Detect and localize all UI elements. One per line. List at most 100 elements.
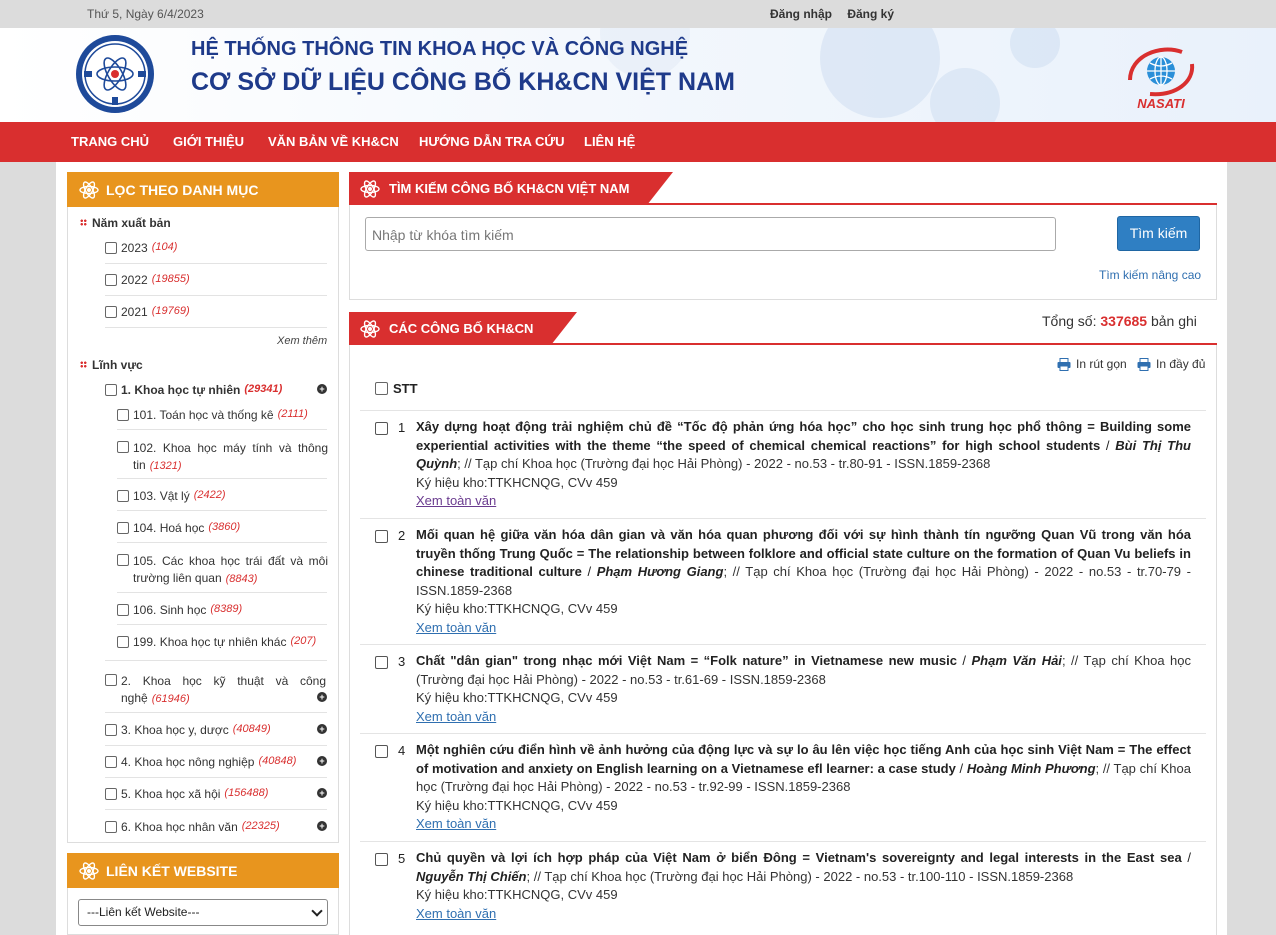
checkbox[interactable] xyxy=(105,274,117,286)
result-number: 3 xyxy=(398,654,406,669)
total-count-value: 337685 xyxy=(1100,313,1148,329)
atom-icon xyxy=(360,320,380,338)
ministry-logo-icon[interactable] xyxy=(74,33,156,115)
view-fulltext-link[interactable]: Xem toàn văn xyxy=(416,905,1191,924)
checkbox[interactable] xyxy=(105,384,117,396)
checkbox[interactable] xyxy=(105,756,117,768)
checkbox[interactable] xyxy=(117,522,129,534)
nav-about[interactable]: GIỚI THIỆU xyxy=(173,134,244,149)
checkbox[interactable] xyxy=(105,674,117,686)
divider xyxy=(105,745,327,746)
result-storage-code: Ký hiệu kho:TTKHCNQG, CVv 459 xyxy=(416,690,618,705)
tab-decoration xyxy=(551,312,577,345)
select-all-checkbox[interactable] xyxy=(375,382,388,395)
field-filter-natural-sciences[interactable]: 1. Khoa học tự nhiên (29341) xyxy=(105,383,282,397)
checkbox[interactable] xyxy=(105,306,117,318)
field-filter-engineering[interactable]: 2. Khoa học kỹ thuật và công nghệ (61946) xyxy=(105,673,328,708)
result-checkbox[interactable] xyxy=(375,422,388,435)
result-checkbox[interactable] xyxy=(375,656,388,669)
divider xyxy=(105,777,327,778)
field-filter-agriculture[interactable]: 4. Khoa học nông nghiệp (40848) xyxy=(105,755,296,769)
section-underline xyxy=(349,343,1217,345)
chevron-down-icon xyxy=(311,905,323,917)
header-decoration xyxy=(930,68,1000,122)
view-fulltext-link[interactable]: Xem toàn văn xyxy=(416,708,1191,727)
expand-icon[interactable]: + xyxy=(317,724,327,734)
checkbox[interactable] xyxy=(117,604,129,616)
result-title[interactable]: Xây dựng hoạt động trải nghiệm chủ đề “T… xyxy=(416,419,1191,453)
select-all-row[interactable]: STT xyxy=(375,381,418,396)
checkbox[interactable] xyxy=(105,724,117,736)
atom-icon xyxy=(79,862,99,880)
checkbox[interactable] xyxy=(105,242,117,254)
login-link[interactable]: Đăng nhập xyxy=(770,7,832,21)
field-filter-106[interactable]: 106. Sinh học (8389) xyxy=(117,603,242,617)
view-fulltext-link[interactable]: Xem toàn văn xyxy=(416,815,1191,834)
expand-icon[interactable]: + xyxy=(317,692,327,702)
advanced-search-link[interactable]: Tìm kiếm nâng cao xyxy=(1099,268,1201,282)
nav-guide[interactable]: HƯỚNG DẪN TRA CỨU xyxy=(419,134,565,149)
links-panel-header: LIÊN KẾT WEBSITE xyxy=(67,853,339,888)
search-button[interactable]: Tìm kiếm xyxy=(1117,216,1200,251)
result-title[interactable]: Chủ quyền và lợi ích hợp pháp của Việt N… xyxy=(416,850,1182,865)
divider xyxy=(105,712,327,713)
nasati-logo-icon[interactable]: NASATI xyxy=(1120,38,1202,112)
divider xyxy=(105,295,327,296)
nav-contact[interactable]: LIÊN HỆ xyxy=(584,134,635,149)
field-filter-104[interactable]: 104. Hoá học (3860) xyxy=(117,521,240,535)
checkbox[interactable] xyxy=(117,554,129,566)
result-meta: ; // Tạp chí Khoa học (Trường đại học Hả… xyxy=(526,868,1074,884)
results-section-title: CÁC CÔNG BỐ KH&CN xyxy=(389,321,534,336)
checkbox[interactable] xyxy=(117,636,129,648)
website-link-selected: ---Liên kết Website--- xyxy=(87,905,200,919)
field-filter-101[interactable]: 101. Toán học và thống kê (2111) xyxy=(117,408,308,422)
checkbox[interactable] xyxy=(105,821,117,833)
result-item: 4 Một nghiên cứu điển hình về ảnh hưởng … xyxy=(360,733,1206,841)
result-body: Xây dựng hoạt động trải nghiệm chủ đề “T… xyxy=(416,418,1191,511)
checkbox[interactable] xyxy=(117,490,129,502)
year-filter-2023[interactable]: 2023 (104) xyxy=(105,241,177,255)
expand-icon[interactable]: + xyxy=(317,384,327,394)
print-full-button[interactable]: In đầy đủ xyxy=(1137,357,1205,371)
year-filter-2022[interactable]: 2022 (19855) xyxy=(105,273,190,287)
result-storage-code: Ký hiệu kho:TTKHCNQG, CVv 459 xyxy=(416,474,618,490)
field-filter-103[interactable]: 103. Vật lý (2422) xyxy=(117,489,226,503)
filter-panel-header: LỌC THEO DANH MỤC xyxy=(67,172,339,207)
field-filter-social-sciences[interactable]: 5. Khoa học xã hội (156488) xyxy=(105,787,268,801)
checkbox[interactable] xyxy=(117,441,129,453)
field-filter-humanities[interactable]: 6. Khoa học nhân văn (22325) xyxy=(105,820,280,834)
nav-home[interactable]: TRANG CHỦ xyxy=(71,134,149,149)
atom-icon xyxy=(79,181,99,199)
view-fulltext-link[interactable]: Xem toàn văn xyxy=(416,619,1191,638)
checkbox[interactable] xyxy=(105,788,117,800)
auth-links: Đăng nhập Đăng ký xyxy=(770,7,906,21)
checkbox[interactable] xyxy=(117,409,129,421)
field-filter-medicine[interactable]: 3. Khoa học y, dược (40849) xyxy=(105,723,271,737)
result-checkbox[interactable] xyxy=(375,853,388,866)
expand-icon[interactable]: + xyxy=(317,756,327,766)
nav-documents[interactable]: VĂN BẢN VỀ KH&CN xyxy=(268,134,399,149)
register-link[interactable]: Đăng ký xyxy=(847,7,894,21)
field-filter-102[interactable]: 102. Khoa học máy tính và thông tin (1321… xyxy=(117,440,328,475)
result-item: 1 Xây dựng hoạt động trải nghiệm chủ đề … xyxy=(360,410,1206,518)
bullet-icon xyxy=(80,361,87,368)
result-checkbox[interactable] xyxy=(375,530,388,543)
result-number: 1 xyxy=(398,420,406,435)
view-fulltext-link[interactable]: Xem toàn văn xyxy=(416,492,1191,511)
result-body: Một nghiên cứu điển hình về ảnh hưởng củ… xyxy=(416,741,1191,834)
expand-icon[interactable]: + xyxy=(317,821,327,831)
print-short-button[interactable]: In rút gọn xyxy=(1057,357,1127,371)
site-header: HỆ THỐNG THÔNG TIN KHOA HỌC VÀ CÔNG NGHỆ… xyxy=(0,28,1276,122)
divider xyxy=(117,542,327,543)
field-filter-105[interactable]: 105. Các khoa học trái đất và môi trường… xyxy=(117,553,328,588)
see-more-link[interactable]: Xem thêm xyxy=(277,335,327,347)
result-storage-code: Ký hiệu kho:TTKHCNQG, CVv 459 xyxy=(416,797,618,813)
field-filter-199[interactable]: 199. Khoa học tự nhiên khác (207) xyxy=(117,635,316,649)
expand-icon[interactable]: + xyxy=(317,788,327,798)
result-title[interactable]: Chất "dân gian" trong nhạc mới Việt Nam … xyxy=(416,653,957,668)
year-filter-2021[interactable]: 2021 (19769) xyxy=(105,305,190,319)
divider xyxy=(117,592,327,593)
website-link-select[interactable]: ---Liên kết Website--- xyxy=(78,899,328,926)
result-checkbox[interactable] xyxy=(375,745,388,758)
search-input[interactable]: Nhập từ khóa tìm kiếm xyxy=(365,217,1056,251)
